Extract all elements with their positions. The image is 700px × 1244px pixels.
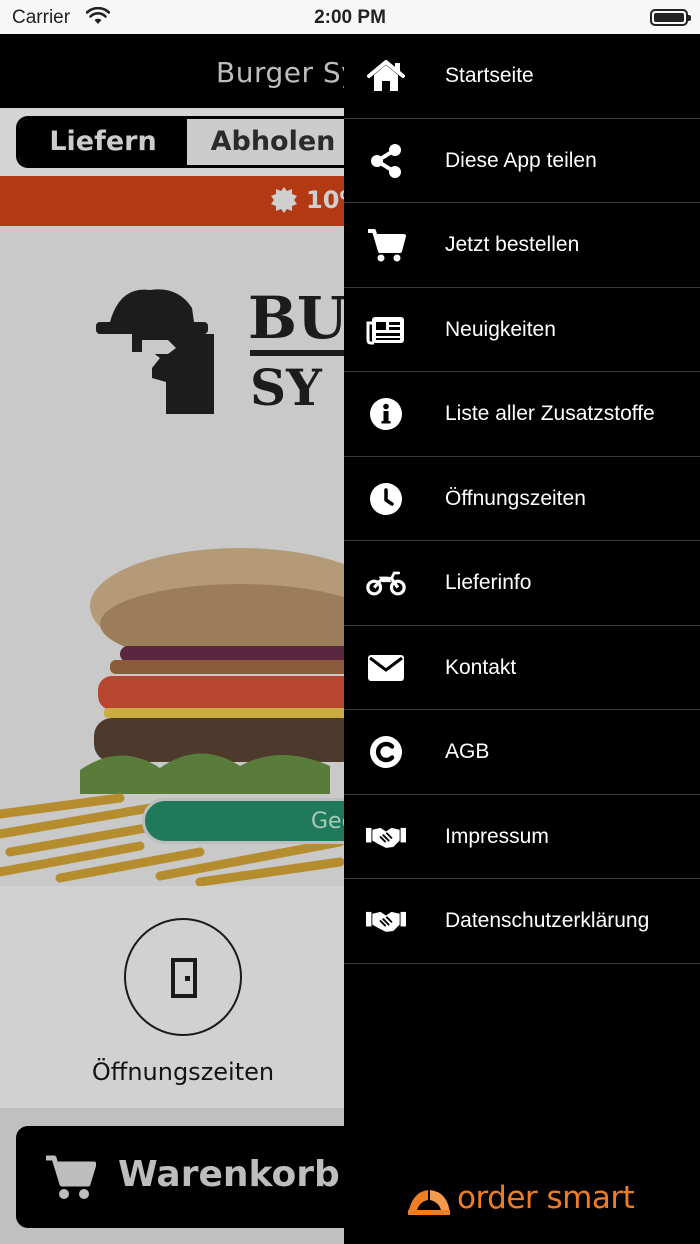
envelope-icon [366, 650, 406, 686]
menu-label: Kontakt [445, 655, 517, 679]
menu-label: Liste aller Zusatzstoffe [445, 402, 655, 425]
opening-hours-label: Öffnungszeiten [91, 1058, 275, 1086]
logo-text-line1: BU [248, 284, 348, 352]
menu-label: Lieferinfo [445, 571, 532, 594]
battery-icon [650, 9, 691, 26]
menu-label: Neuigkeiten [445, 317, 556, 341]
cart-icon [366, 227, 406, 263]
menu-label: Öffnungszeiten [445, 486, 586, 510]
menu-item-liste-aller-zusatzstoffe[interactable]: Liste aller Zusatzstoffe [344, 372, 700, 457]
door-icon [171, 958, 197, 998]
handshake-icon [366, 819, 406, 855]
menu-label: Startseite [445, 64, 534, 87]
logo-text-line2: SY [250, 358, 322, 417]
menu-item-neuigkeiten[interactable]: Neuigkeiten [344, 288, 700, 372]
menu-label: Diese App teilen [445, 148, 597, 172]
menu-item-datenschutzerklaerung[interactable]: Datenschutzerklärung [344, 879, 700, 964]
menu-label: AGB [445, 740, 490, 763]
motorcycle-icon [366, 565, 406, 601]
menu-label: Jetzt bestellen [445, 233, 580, 256]
menu-item-lieferinfo[interactable]: Lieferinfo [344, 541, 700, 626]
clock-icon [366, 481, 406, 517]
tab-deliver[interactable]: Liefern [19, 119, 187, 165]
logo-divider [250, 350, 346, 356]
share-icon [366, 143, 406, 179]
order-smart-logo-icon [408, 1190, 450, 1215]
tab-pickup[interactable]: Abholen [187, 119, 353, 165]
navigation-drawer: Startseite Diese App teilen Jetzt bestel… [344, 34, 700, 1244]
handshake-icon [366, 903, 406, 939]
newspaper-icon [366, 312, 406, 348]
order-smart-wordmark: order smart [457, 1180, 635, 1216]
status-time: 2:00 PM [314, 7, 386, 28]
delivery-mode-toggle: Liefern Abholen [16, 116, 356, 168]
menu-item-jetzt-bestellen[interactable]: Jetzt bestellen [344, 203, 700, 288]
menu-label: Impressum [445, 824, 549, 848]
menu-item-impressum[interactable]: Impressum [344, 795, 700, 879]
info-icon [366, 396, 406, 432]
copyright-icon [366, 734, 406, 770]
menu-label: Datenschutzerklärung [445, 909, 650, 932]
status-bar: Carrier 2:00 PM [0, 0, 700, 34]
menu-item-kontakt[interactable]: Kontakt [344, 626, 700, 710]
menu-item-diese-app-teilen[interactable]: Diese App teilen [344, 119, 700, 203]
discount-badge-icon [270, 186, 298, 219]
cart-icon [46, 1155, 96, 1199]
opening-hours-button[interactable] [124, 918, 242, 1036]
cart-label: Warenkorb [118, 1154, 340, 1195]
home-icon [366, 58, 406, 94]
menu-item-agb[interactable]: AGB [344, 710, 700, 795]
menu-item-startseite[interactable]: Startseite [344, 34, 700, 119]
menu-item-oeffnungszeiten[interactable]: Öffnungszeiten [344, 457, 700, 541]
restaurant-logo [96, 289, 214, 414]
